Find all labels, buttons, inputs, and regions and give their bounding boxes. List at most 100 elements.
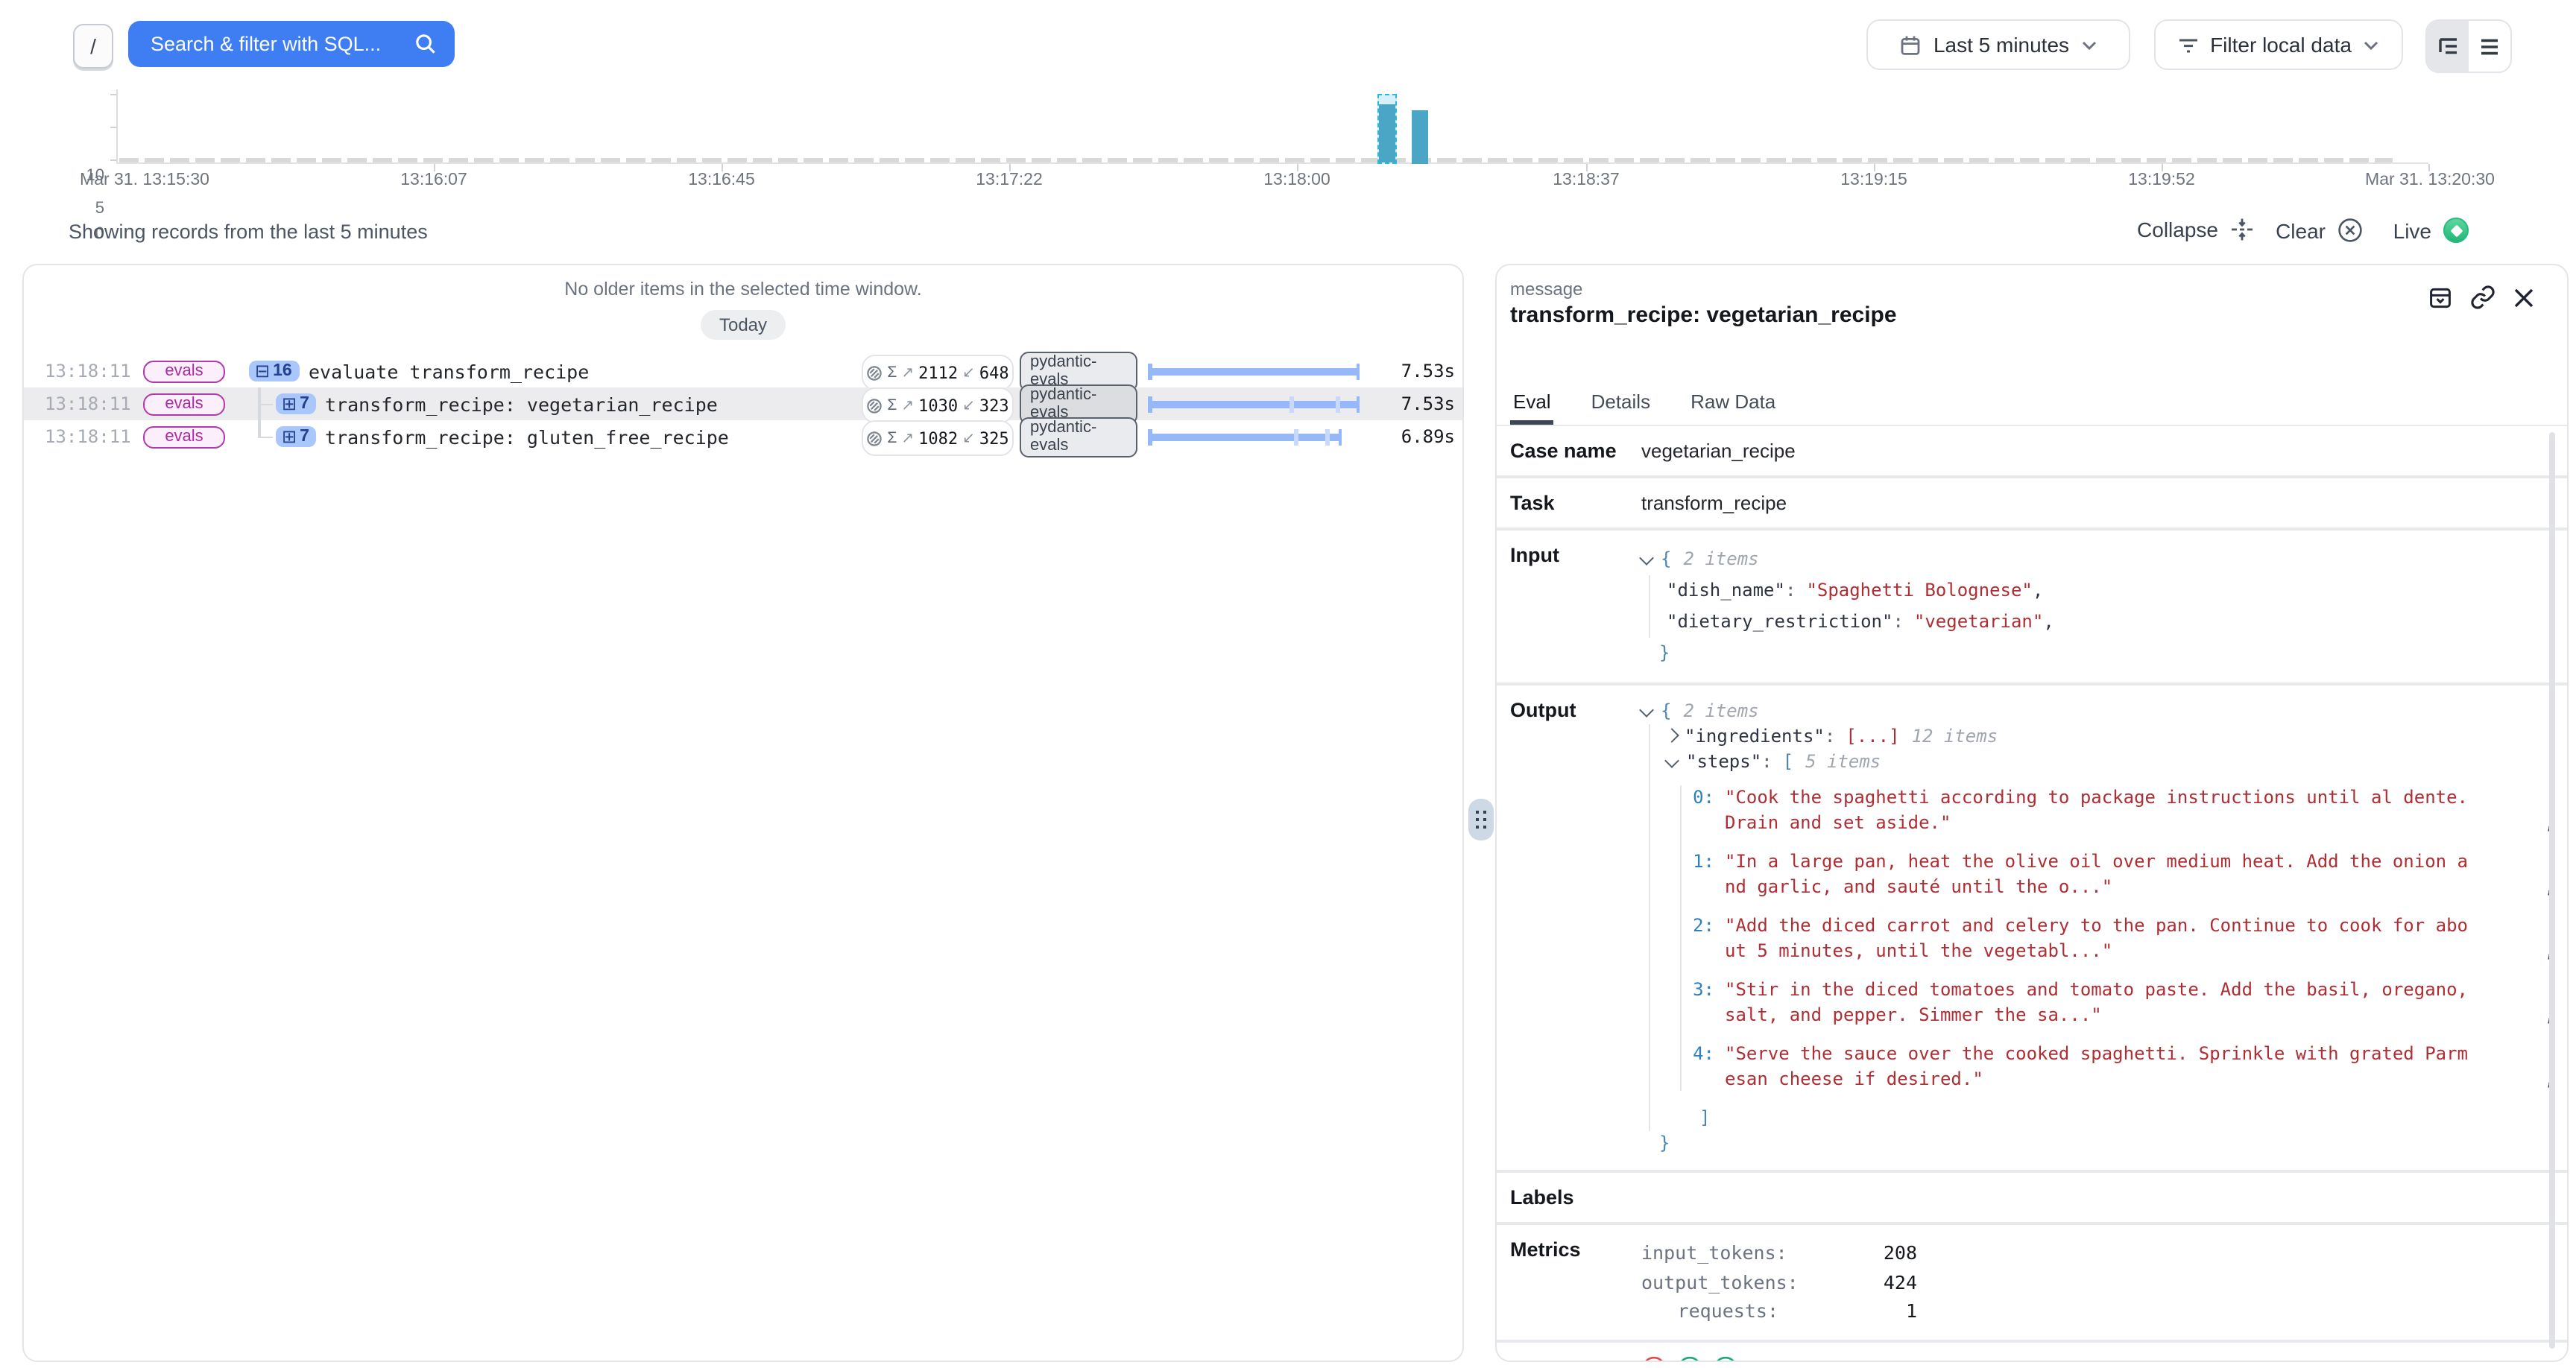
view-mode-toggle [2425, 19, 2512, 73]
assertion-fail-icon[interactable] [1641, 1355, 1667, 1361]
arrow-up-right-icon: ↗ [901, 364, 914, 381]
x-tick [434, 164, 435, 171]
output-label: Output [1510, 699, 1641, 1156]
duration-text: 6.89s [1366, 420, 1455, 453]
x-label: 13:18:37 [1553, 171, 1620, 189]
detail-scrollbar[interactable] [2548, 432, 2555, 1349]
trace-row-evaluate-transform-recipe[interactable]: 13:18:11 evals ⊟16 evaluate transform_re… [24, 355, 1462, 387]
step-item: 2:"Add the diced carrot and celery to th… [1685, 913, 2534, 963]
x-label: Mar 31. 13:15:30 [80, 171, 209, 189]
time-range-dropdown[interactable]: Last 5 minutes [1866, 19, 2130, 70]
evals-tag[interactable]: evals [137, 420, 231, 453]
clear-label: Clear [2276, 218, 2326, 242]
flat-list-toggle[interactable] [2469, 21, 2510, 72]
span-count-badge[interactable]: ⊟16 [249, 355, 300, 387]
sigma-icon: Σ [887, 364, 897, 381]
search-placeholder: Search & filter with SQL... [151, 33, 414, 55]
evals-tag[interactable]: evals [137, 387, 231, 420]
sigma-icon: Σ [887, 396, 897, 414]
arrow-down-left-icon: ↙ [962, 364, 975, 381]
labels-row: Labels [1497, 1173, 2567, 1225]
collapsed-array-preview[interactable]: [...] [1846, 724, 1899, 750]
assertion-pass-icon[interactable] [1713, 1355, 1738, 1361]
sigma-icon: Σ [887, 429, 897, 447]
chevron-down-icon [2081, 39, 2097, 50]
span-count-badge[interactable]: ⊞7 [276, 420, 317, 453]
panel-dropdown-icon[interactable] [2428, 285, 2452, 309]
detail-title: transform_recipe: vegetarian_recipe [1510, 303, 2567, 328]
duration-bar[interactable] [1148, 363, 1360, 379]
live-label: Live [2393, 218, 2431, 242]
duration-bar[interactable] [1148, 396, 1360, 412]
span-count-badge[interactable]: ⊞7 [276, 387, 317, 420]
date-pill[interactable]: Today [701, 310, 785, 340]
token-counts-badge[interactable]: Σ ↗ 2112 ↙ 648 [862, 355, 1014, 390]
evals-tag[interactable]: evals [137, 355, 231, 387]
project-tag[interactable]: pydantic-evals [1020, 420, 1137, 453]
detail-panel: message transform_recipe: vegetarian_rec… [1495, 264, 2569, 1362]
clear-circle-x-icon [2337, 218, 2363, 243]
histogram-bar-selected[interactable] [1377, 94, 1397, 164]
histogram-bar[interactable] [1412, 110, 1428, 164]
token-counts-badge[interactable]: Σ ↗ 1082 ↙ 325 [862, 420, 1014, 456]
trace-row-vegetarian-recipe[interactable]: 13:18:11 evals ⊞7 transform_recipe: vege… [24, 387, 1462, 420]
tab-raw-data[interactable]: Raw Data [1688, 390, 1778, 425]
panel-resize-handle[interactable] [1468, 799, 1494, 840]
copy-link-icon[interactable] [2470, 285, 2496, 310]
collapse-icon [2230, 218, 2254, 241]
y-mark [110, 127, 116, 128]
project-tag[interactable]: pydantic-evals [1020, 387, 1137, 420]
step-item: 3:"Stir in the diced tomatoes and tomato… [1685, 978, 2534, 1027]
filter-label: Filter local data [2210, 33, 2352, 57]
assertion-pass-icon[interactable] [1677, 1355, 1702, 1361]
tree-connector [258, 420, 260, 437]
trace-row-gluten-free-recipe[interactable]: 13:18:11 evals ⊞7 transform_recipe: glut… [24, 420, 1462, 453]
chevron-down-icon [2364, 39, 2380, 50]
logfire-live-view: / Search & filter with SQL... Last 5 min… [0, 0, 2576, 1368]
records-histogram[interactable]: 10 5 0 Mar 31. 13:15:30 13:16:07 13:16:4… [0, 82, 2576, 201]
collapse-button[interactable]: Collapse [2137, 218, 2254, 241]
filter-local-data-dropdown[interactable]: Filter local data [2154, 19, 2403, 70]
trace-title: transform_recipe: gluten_free_recipe [325, 420, 729, 453]
project-tag[interactable]: pydantic-evals [1020, 355, 1137, 387]
chevron-down-icon[interactable] [1664, 753, 1679, 768]
search-input[interactable]: Search & filter with SQL... [128, 21, 455, 67]
x-tick [2162, 164, 2163, 171]
json-key: "dish_name" [1667, 575, 1785, 607]
metrics-row: Metrics input_tokens: 208 output_tokens:… [1497, 1225, 2567, 1342]
expand-square-icon: ⊞ [282, 429, 297, 444]
tab-details[interactable]: Details [1588, 390, 1654, 425]
duration-bar[interactable] [1148, 428, 1342, 445]
task-value: transform_recipe [1641, 492, 1787, 514]
close-icon[interactable] [2513, 287, 2534, 308]
assertions-label: Assertions [1510, 1357, 1641, 1361]
tab-eval[interactable]: Eval [1510, 390, 1554, 425]
y-mark [110, 159, 116, 161]
x-label: 13:19:52 [2128, 171, 2195, 189]
x-label: 13:16:45 [688, 171, 755, 189]
duration-text: 7.53s [1366, 387, 1455, 420]
arrow-down-left-icon: ↙ [962, 430, 975, 446]
live-toggle[interactable]: Live [2393, 218, 2469, 243]
arrow-up-right-icon: ↗ [901, 430, 914, 446]
output-json-viewer[interactable]: {2 items "ingredients":[...]12 items "st… [1641, 699, 2534, 1156]
collapse-square-icon: ⊟ [255, 364, 270, 379]
detail-tabs: Eval Details Raw Data [1497, 386, 2567, 426]
clear-button[interactable]: Clear [2276, 218, 2363, 243]
input-token-count: 2112 [918, 363, 958, 382]
step-item: 1:"In a large pan, heat the olive oil ov… [1685, 849, 2534, 899]
x-tick [1297, 164, 1298, 171]
tree-view-toggle[interactable] [2427, 21, 2469, 72]
search-icon [414, 33, 437, 55]
task-row: Task transform_recipe [1497, 478, 2567, 531]
output-token-count: 325 [979, 428, 1009, 448]
histogram-bar-fill [1379, 104, 1395, 162]
input-json-viewer[interactable]: {2 items "dish_name":"Spaghetti Bolognes… [1641, 544, 2534, 669]
metrics-table: input_tokens: 208 output_tokens: 424 req… [1641, 1238, 1917, 1326]
chevron-down-icon[interactable] [1639, 703, 1654, 718]
chevron-right-icon[interactable] [1664, 728, 1679, 743]
metric-item: input_tokens: 208 [1641, 1238, 1917, 1267]
token-counts-badge[interactable]: Σ ↗ 1030 ↙ 323 [862, 387, 1014, 423]
row-timestamp: 13:18:11 [45, 420, 131, 453]
chevron-down-icon[interactable] [1639, 551, 1654, 566]
